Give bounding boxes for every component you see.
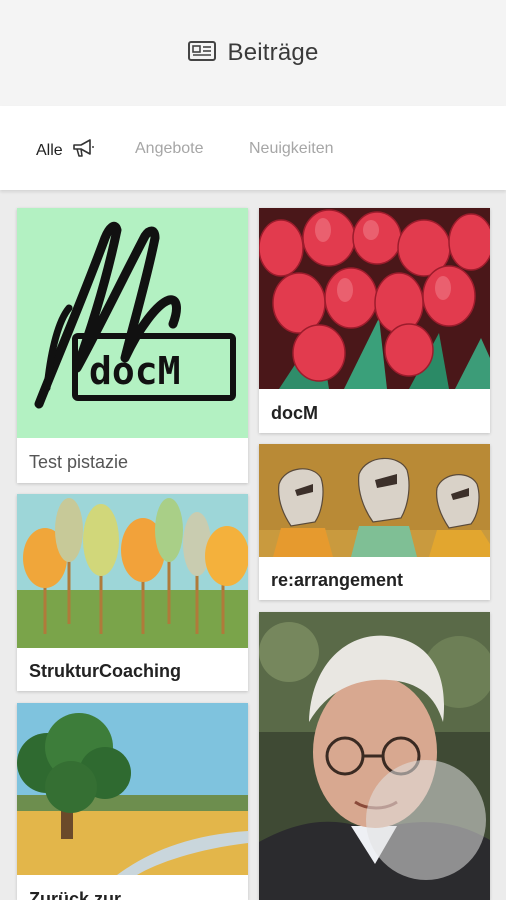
docm-logo-image: docM [17, 208, 248, 438]
post-card-zurueck[interactable]: Zurück zur [17, 703, 248, 900]
docm-logo-text: docM [89, 349, 181, 393]
red-tulips-image [259, 208, 490, 389]
newspaper-icon [187, 40, 216, 66]
post-title: StrukturCoaching [29, 661, 182, 681]
page-title: Beiträge [227, 39, 319, 66]
post-card-rearrangement[interactable]: re:arrangement [259, 444, 490, 600]
megaphone-icon [71, 138, 95, 163]
app-header: Beiträge [0, 0, 506, 106]
post-title: docM [271, 403, 318, 423]
post-title: Test pistazie [29, 452, 129, 472]
floating-action-button[interactable] [366, 760, 486, 880]
post-title: Zurück zur [29, 889, 122, 900]
header-title-wrap: Beiträge [187, 39, 319, 67]
landscape-tree-image [17, 703, 248, 875]
tab-neuigkeiten[interactable]: Neuigkeiten [249, 140, 334, 158]
tab-alle[interactable]: Alle [36, 138, 95, 163]
post-card-test-pistazie[interactable]: docM Test pistazie [17, 208, 248, 483]
post-card-docm[interactable]: docM [259, 208, 490, 433]
tab-neuigkeiten-label: Neuigkeiten [249, 140, 334, 157]
tab-angebote-label: Angebote [135, 140, 204, 157]
post-title: re:arrangement [271, 570, 404, 590]
post-card-strukturcoaching[interactable]: StrukturCoaching [17, 494, 248, 691]
autumn-trees-image [17, 494, 248, 648]
statue-heads-image [259, 444, 490, 557]
filter-tabs: Alle Angebote Neuigkeiten [0, 106, 506, 190]
tab-angebote[interactable]: Angebote [135, 140, 204, 158]
tab-alle-label: Alle [36, 141, 63, 159]
